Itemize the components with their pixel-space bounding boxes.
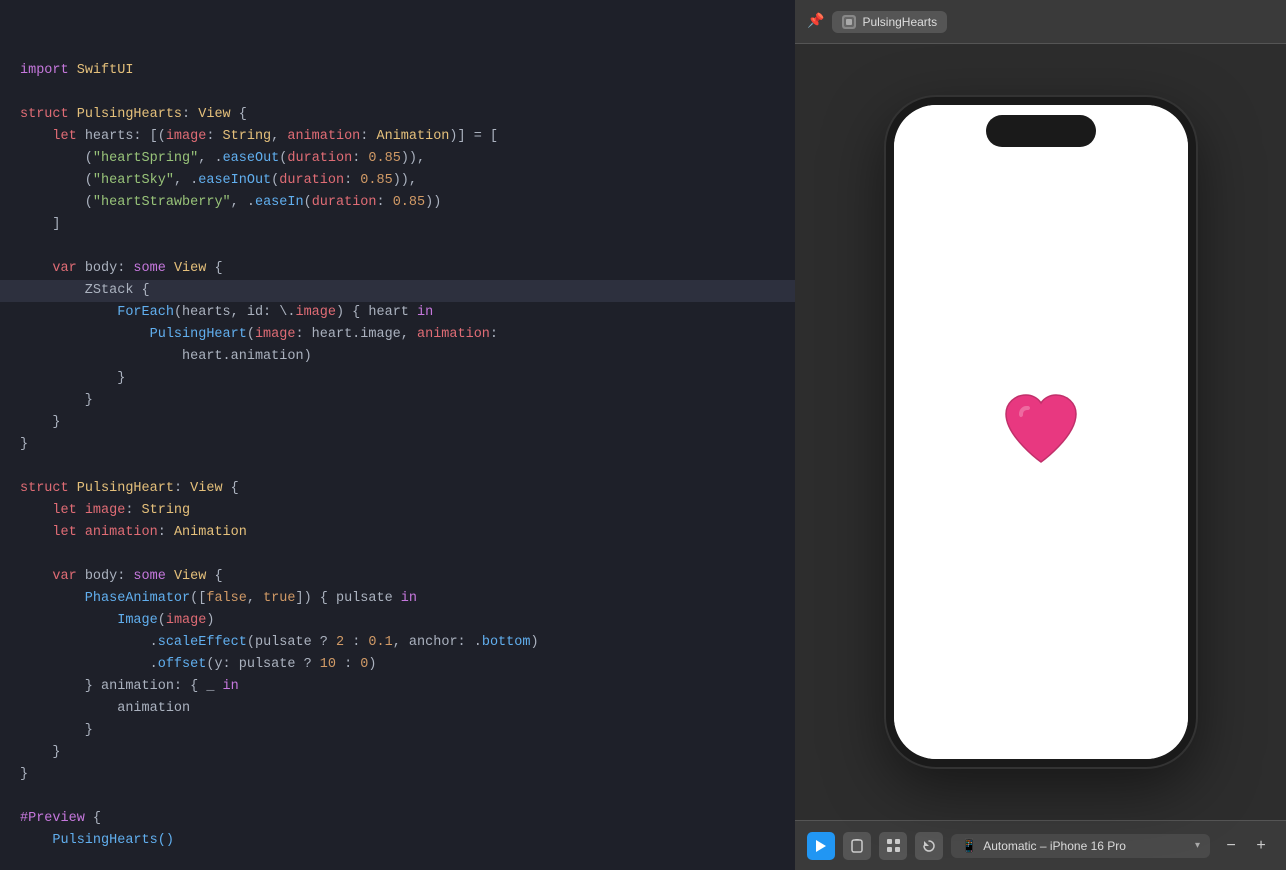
code-line: let hearts: [(image: String, animation: … [0, 126, 795, 148]
code-line [0, 544, 795, 566]
device-icon: 📱 [961, 838, 977, 854]
grid-button[interactable] [879, 832, 907, 860]
preview-header: 📌 PulsingHearts [795, 0, 1286, 44]
code-line: } [0, 412, 795, 434]
code-line: import SwiftUI [0, 60, 795, 82]
code-line: .scaleEffect(pulsate ? 2 : 0.1, anchor: … [0, 632, 795, 654]
device-label: Automatic – iPhone 16 Pro [983, 839, 1126, 853]
device-selector[interactable]: 📱 Automatic – iPhone 16 Pro ▾ [951, 834, 1210, 858]
code-line: ] [0, 214, 795, 236]
code-line: } [0, 390, 795, 412]
play-button[interactable] [807, 832, 835, 860]
code-line: ("heartSky", .easeInOut(duration: 0.85))… [0, 170, 795, 192]
code-line: } [0, 742, 795, 764]
code-line: ("heartStrawberry", .easeIn(duration: 0.… [0, 192, 795, 214]
code-line: var body: some View { [0, 566, 795, 588]
code-line: ZStack { [0, 280, 795, 302]
code-line: #Preview { [0, 808, 795, 830]
device-frame-button[interactable] [843, 832, 871, 860]
code-area[interactable]: import SwiftUI struct PulsingHearts: Vie… [0, 0, 795, 868]
code-line: heart.animation) [0, 346, 795, 368]
code-line: var body: some View { [0, 258, 795, 280]
phone-area [795, 44, 1286, 820]
preview-panel: 📌 PulsingHearts [795, 0, 1286, 870]
phone-frame [886, 97, 1196, 767]
preview-tab[interactable]: PulsingHearts [832, 11, 947, 33]
code-line: ForEach(hearts, id: \.image) { heart in [0, 302, 795, 324]
chevron-down-icon: ▾ [1195, 840, 1200, 851]
code-line: PulsingHearts() [0, 830, 795, 852]
editor-panel: import SwiftUI struct PulsingHearts: Vie… [0, 0, 795, 870]
code-line: struct PulsingHeart: View { [0, 478, 795, 500]
code-line [0, 456, 795, 478]
code-line [0, 236, 795, 258]
code-line [0, 786, 795, 808]
code-line: } [0, 764, 795, 786]
code-line: struct PulsingHearts: View { [0, 104, 795, 126]
preview-tab-icon [842, 15, 856, 29]
preview-tab-label: PulsingHearts [862, 15, 937, 29]
phone-notch [986, 115, 1096, 147]
zoom-out-button[interactable]: − [1218, 833, 1244, 859]
code-line: PulsingHeart(image: heart.image, animati… [0, 324, 795, 346]
code-line: ("heartSpring", .easeOut(duration: 0.85)… [0, 148, 795, 170]
code-line: Image(image) [0, 610, 795, 632]
code-line [0, 82, 795, 104]
code-line: } animation: { _ in [0, 676, 795, 698]
zoom-controls: − + [1218, 833, 1274, 859]
heart-svg [1001, 392, 1081, 467]
zoom-in-button[interactable]: + [1248, 833, 1274, 859]
heart-container [1001, 392, 1081, 472]
code-line: } [0, 434, 795, 456]
code-line: .offset(y: pulsate ? 10 : 0) [0, 654, 795, 676]
code-line: let image: String [0, 500, 795, 522]
pin-icon[interactable]: 📌 [807, 13, 824, 30]
rotate-button[interactable] [915, 832, 943, 860]
code-line: let animation: Animation [0, 522, 795, 544]
code-line: } [0, 368, 795, 390]
code-line: PhaseAnimator([false, true]) { pulsate i… [0, 588, 795, 610]
bottom-toolbar: 📱 Automatic – iPhone 16 Pro ▾ − + [795, 820, 1286, 870]
code-line: } [0, 720, 795, 742]
code-line: animation [0, 698, 795, 720]
phone-screen [894, 105, 1188, 759]
